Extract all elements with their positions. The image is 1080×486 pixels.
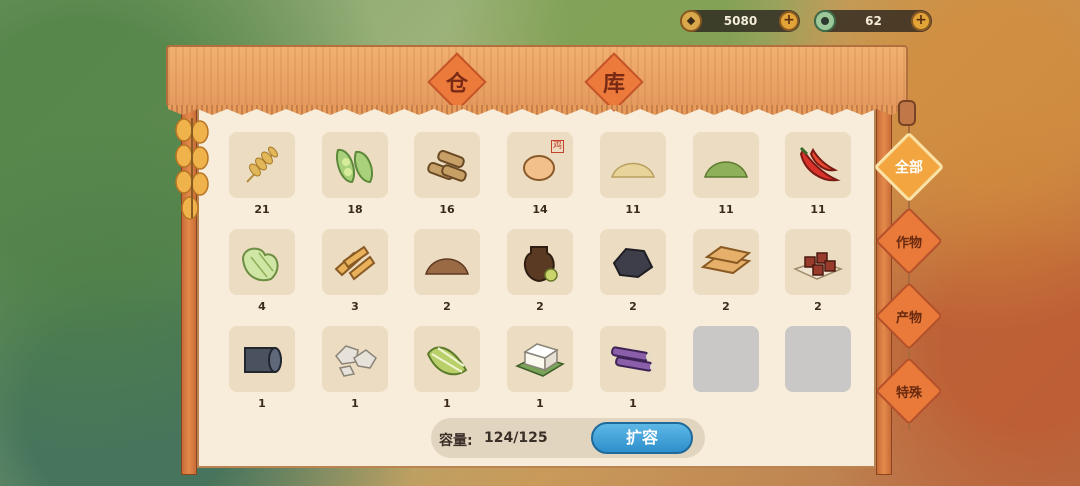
- red-chili-icon: [793, 142, 843, 188]
- item-quantity: 21: [254, 203, 270, 216]
- soybean-icon: [330, 142, 380, 188]
- tab-label: 全部: [895, 160, 923, 176]
- add-coins-button[interactable]: +: [779, 11, 799, 31]
- item-slot-wheat[interactable]: [229, 132, 295, 198]
- item-slot-cloth-roll[interactable]: [229, 326, 295, 392]
- item-slot-sugarcane-logs[interactable]: [414, 132, 480, 198]
- item-slot-wood-planks[interactable]: [693, 229, 759, 295]
- item-slot-tofu-skin[interactable]: [322, 229, 388, 295]
- item-quantity: 3: [351, 300, 359, 313]
- item-slot-sauce-jar[interactable]: [507, 229, 573, 295]
- item-quantity: 11: [810, 203, 826, 216]
- item-quantity: 11: [718, 203, 734, 216]
- item-quantity: 2: [629, 300, 637, 313]
- coin-icon: [680, 10, 702, 32]
- brown-sugar-cubes-icon: [791, 239, 845, 285]
- title-sign-1: 仓: [430, 55, 484, 109]
- cloth-roll-icon: [237, 336, 287, 382]
- wheat-icon: [239, 142, 285, 188]
- tab-label: 产物: [895, 310, 922, 326]
- item-quantity: 14: [532, 203, 548, 216]
- item-slot-stones[interactable]: [322, 326, 388, 392]
- title-char-1: 仓: [445, 72, 468, 97]
- tab-3[interactable]: 特殊: [878, 360, 940, 422]
- item-quantity: 1: [351, 397, 359, 410]
- tofu-skin-icon: [330, 239, 380, 285]
- purple-sugarcane-icon: [606, 336, 660, 382]
- jade-icon: [814, 10, 836, 32]
- item-slot-chicken-egg[interactable]: 鸡: [507, 132, 573, 198]
- item-slot-charcoal[interactable]: [600, 229, 666, 295]
- item-slot-soybean[interactable]: [322, 132, 388, 198]
- tab-label: 特殊: [895, 385, 922, 401]
- item-quantity: 1: [258, 397, 266, 410]
- empty-slot[interactable]: [693, 326, 759, 392]
- capacity-label: 容量:: [439, 433, 473, 449]
- tofu-icon: [513, 336, 567, 382]
- coin-amount: 5080: [723, 14, 758, 28]
- item-quantity: 16: [439, 203, 455, 216]
- item-quantity: 2: [722, 300, 730, 313]
- item-quantity: 2: [443, 300, 451, 313]
- item-slot-tofu[interactable]: [507, 326, 573, 392]
- item-quantity: 11: [625, 203, 641, 216]
- wood-planks-icon: [699, 239, 753, 285]
- sugarcane-logs-icon: [422, 142, 472, 188]
- tab-0[interactable]: 全部: [878, 136, 940, 198]
- item-quantity: 2: [814, 300, 822, 313]
- sauce-jar-icon: [517, 237, 563, 287]
- item-slot-brown-sugar-cubes[interactable]: [785, 229, 851, 295]
- item-slot-purple-sugarcane[interactable]: [600, 326, 666, 392]
- jade-amount: 62: [865, 14, 882, 28]
- charcoal-icon: [608, 239, 658, 285]
- tab-label: 作物: [895, 235, 922, 251]
- item-quantity: 18: [347, 203, 363, 216]
- warehouse-roof: 仓 库: [166, 45, 908, 107]
- cabbage-icon: [237, 239, 287, 285]
- stones-icon: [330, 336, 380, 382]
- title-char-2: 库: [602, 72, 625, 97]
- item-quantity: 4: [258, 300, 266, 313]
- item-tag: 鸡: [550, 140, 564, 153]
- item-quantity: 1: [629, 397, 637, 410]
- green-powder-pile-icon: [701, 145, 751, 185]
- item-quantity: 2: [536, 300, 544, 313]
- flour-pile-icon: [608, 145, 658, 185]
- warehouse-panel: 21 18 16 14 鸡 11 11 11 4 3 2 2 2 2 2 1 1 1 1 1 容量: 124/125 …: [197, 108, 876, 468]
- item-slot-chinese-cabbage[interactable]: [414, 326, 480, 392]
- hook-icon: [898, 100, 916, 126]
- title-sign-2: 库: [587, 55, 641, 109]
- chinese-cabbage-icon: [422, 336, 472, 382]
- capacity-value: 124/125: [484, 430, 548, 446]
- empty-slot[interactable]: [785, 326, 851, 392]
- tab-2[interactable]: 产物: [878, 285, 940, 347]
- jade-counter: 62 +: [814, 10, 932, 32]
- add-jade-button[interactable]: +: [911, 11, 931, 31]
- capacity-bar: 容量: 124/125 扩容: [431, 418, 705, 458]
- item-slot-green-powder-pile[interactable]: [693, 132, 759, 198]
- tab-1[interactable]: 作物: [878, 210, 940, 272]
- item-slot-red-chili[interactable]: [785, 132, 851, 198]
- corn-decoration-icon: [175, 118, 209, 220]
- brown-powder-pile-icon: [422, 242, 472, 282]
- item-slot-cabbage[interactable]: [229, 229, 295, 295]
- expand-capacity-button[interactable]: 扩容: [591, 422, 693, 454]
- item-quantity: 1: [443, 397, 451, 410]
- item-slot-brown-powder-pile[interactable]: [414, 229, 480, 295]
- coin-counter: 5080 +: [680, 10, 800, 32]
- item-slot-flour-pile[interactable]: [600, 132, 666, 198]
- item-quantity: 1: [536, 397, 544, 410]
